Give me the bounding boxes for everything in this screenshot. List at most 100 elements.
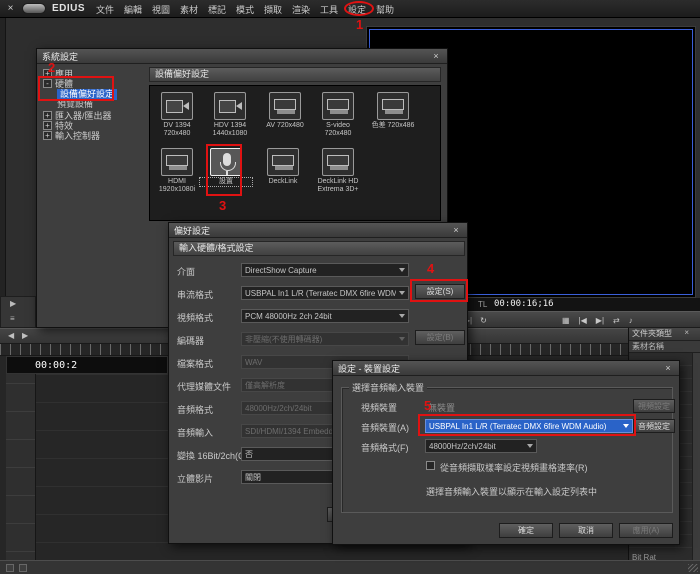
audio-format-label: 音頻格式(F) xyxy=(361,441,409,454)
expand-icon[interactable]: + xyxy=(43,111,52,120)
bin-column-header[interactable]: 素材名稱 xyxy=(629,341,700,353)
edius-logo-icon xyxy=(22,3,46,14)
menu-item-file[interactable]: 文件 xyxy=(96,3,114,16)
device-label: HDMI 1920x1080i xyxy=(151,178,203,194)
deck-icon xyxy=(322,148,354,176)
dialog-title: 設定 - 裝置設定 xyxy=(338,362,400,375)
annotation-number-5: 5 xyxy=(424,398,431,413)
audio-format-label: 音頻格式 xyxy=(177,403,213,416)
tree-label: 匯入器/匯出器 xyxy=(55,111,112,121)
device-label: 色差 720x486 xyxy=(367,122,419,130)
audio-settings-button[interactable]: 音頻設定 xyxy=(633,419,675,433)
audio-monitor-icon[interactable]: ♪ xyxy=(629,313,633,328)
chevron-down-icon xyxy=(399,291,405,295)
track-header-column xyxy=(6,356,36,560)
stereoscopic-label: 立體影片 xyxy=(177,472,213,485)
chevron-down-icon xyxy=(399,337,405,341)
chevron-down-icon xyxy=(399,314,405,318)
dialog-titlebar[interactable]: 系統設定 × xyxy=(37,49,447,64)
dialog-titlebar[interactable]: 設定 - 裝置設定 × xyxy=(333,361,679,376)
swap-icon[interactable]: ⇄ xyxy=(613,313,620,328)
menu-item-tools[interactable]: 工具 xyxy=(320,3,338,16)
menu-item-capture[interactable]: 擷取 xyxy=(264,3,282,16)
close-icon[interactable]: × xyxy=(430,51,442,61)
framerate-checkbox[interactable] xyxy=(426,461,435,470)
layout-icon[interactable]: ▦ xyxy=(562,313,570,328)
device-component[interactable]: 色差 720x486 xyxy=(367,92,419,130)
device-preset-panel-header: 設備偏好設定 xyxy=(149,67,441,82)
list-icon[interactable]: ≡ xyxy=(10,314,15,323)
device-hdmi[interactable]: HDMI 1920x1080i xyxy=(151,148,203,194)
app-title: EDIUS xyxy=(52,3,85,14)
chevron-down-icon xyxy=(527,444,533,448)
collapse-icon[interactable]: - xyxy=(43,79,52,88)
menu-item-edit[interactable]: 編輯 xyxy=(124,3,142,16)
audio-format-dropdown[interactable]: 48000Hz/2ch/24bit xyxy=(425,439,537,453)
timecode-value: 00:00:16;16 xyxy=(494,299,554,309)
framerate-checkbox-label: 從音頻擷取樣率設定視頻畫格速率(R) xyxy=(440,461,588,474)
deck-icon xyxy=(377,92,409,120)
cancel-button[interactable]: 取消 xyxy=(559,523,613,538)
tree-item-input-controller[interactable]: +輸入控制器 xyxy=(43,131,100,142)
encoder-settings-button: 設定(B) xyxy=(415,330,465,345)
ok-button[interactable]: 確定 xyxy=(499,523,553,538)
device-decklink[interactable]: DeckLink xyxy=(257,148,309,186)
menu-item-render[interactable]: 渲染 xyxy=(292,3,310,16)
interface-label: 介面 xyxy=(177,265,195,278)
stream-format-dropdown[interactable]: USBPAL In1 L/R (Terratec DMX 6fire WDM A… xyxy=(241,286,409,300)
device-label: 設置 xyxy=(200,178,252,186)
tree-label: 應用 xyxy=(55,69,73,79)
input-format-header: 輸入硬體/格式設定 xyxy=(173,241,465,256)
proxy-file-label: 代理媒體文件 xyxy=(177,380,231,393)
camcorder-icon xyxy=(214,92,246,120)
close-icon[interactable]: × xyxy=(4,2,17,15)
menu-item-marker[interactable]: 標記 xyxy=(208,3,226,16)
device-decklink-hd[interactable]: DeckLink HD Extrema 3D+ xyxy=(312,148,364,194)
device-label: DV 1394 720x480 xyxy=(151,122,203,138)
bin-tab[interactable]: 文件夾類型 xyxy=(629,328,700,341)
audio-device-dropdown[interactable]: USBPAL In1 L/R (Terratec DMX 6fire WDM A… xyxy=(425,419,633,433)
camcorder-icon xyxy=(161,92,193,120)
menu-bar: × EDIUS 文件 編輯 視圖 素材 標記 模式 擷取 渲染 工具 設定 幫助 xyxy=(0,0,700,18)
next-clip-icon[interactable]: ▶ xyxy=(22,331,28,340)
dropdown-value: USBPAL In1 L/R (Terratec DMX 6fire WDM A… xyxy=(245,289,396,298)
mark-out-icon[interactable]: ▶| xyxy=(596,313,604,328)
menu-item-settings[interactable]: 設定 xyxy=(348,3,366,16)
menu-items: 文件 編輯 視圖 素材 標記 模式 擷取 渲染 工具 設定 幫助 xyxy=(96,0,394,18)
menu-item-help[interactable]: 幫助 xyxy=(376,3,394,16)
menu-item-mode[interactable]: 模式 xyxy=(236,3,254,16)
stream-settings-button[interactable]: 設定(S) xyxy=(415,284,465,299)
loop-icon[interactable]: ↻ xyxy=(480,313,487,328)
menu-item-clip[interactable]: 素材 xyxy=(180,3,198,16)
tree-item-preview-device[interactable]: 預覽設備 xyxy=(57,99,93,110)
interface-dropdown[interactable]: DirectShow Capture xyxy=(241,263,409,277)
tree-label: 輸入控制器 xyxy=(55,131,100,141)
dropdown-value: 48000Hz/2ch/24bit xyxy=(429,442,524,451)
device-label: HDV 1394 1440x1080 xyxy=(204,122,256,138)
annotation-number-4: 4 xyxy=(427,261,434,276)
device-hdv1394[interactable]: HDV 1394 1440x1080 xyxy=(204,92,256,138)
mark-in-icon[interactable]: |◀ xyxy=(579,313,587,328)
device-av[interactable]: AV 720x480 xyxy=(259,92,311,130)
menu-item-view[interactable]: 視圖 xyxy=(152,3,170,16)
resize-grip-icon[interactable] xyxy=(688,564,698,572)
device-svideo[interactable]: S-video 720x480 xyxy=(312,92,364,138)
dropdown-value: DirectShow Capture xyxy=(245,266,396,275)
expand-icon[interactable]: + xyxy=(43,121,52,130)
device-grid: DV 1394 720x480 HDV 1394 1440x1080 AV 72… xyxy=(149,85,441,221)
annotation-number-2: 2 xyxy=(48,60,55,75)
deck-icon xyxy=(267,148,299,176)
bin-close-icon[interactable]: × xyxy=(684,328,689,337)
bin-scrollbar[interactable] xyxy=(692,353,700,574)
status-indicator-icon xyxy=(6,564,14,572)
dialog-titlebar[interactable]: 偏好設定 × xyxy=(169,223,467,238)
close-icon[interactable]: × xyxy=(450,225,462,235)
prev-clip-icon[interactable]: ◀ xyxy=(8,331,14,340)
video-format-dropdown[interactable]: PCM 48000Hz 2ch 24bit xyxy=(241,309,409,323)
device-dv1394[interactable]: DV 1394 720x480 xyxy=(151,92,203,138)
play-small-icon[interactable]: ▶ xyxy=(10,299,16,308)
close-icon[interactable]: × xyxy=(662,363,674,373)
status-indicator-icon xyxy=(19,564,27,572)
device-setup-selected[interactable]: 設置 xyxy=(200,148,252,186)
expand-icon[interactable]: + xyxy=(43,131,52,140)
